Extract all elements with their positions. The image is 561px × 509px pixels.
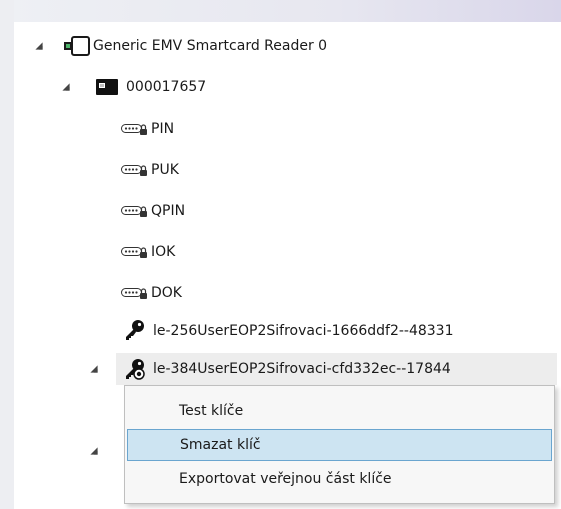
object-label: DOK — [151, 285, 182, 301]
tree-node-key[interactable]: le-256UserEOP2Sifrovaci-1666ddf2--48331 — [14, 315, 561, 347]
tree-node-dok[interactable]: DOK — [14, 277, 561, 309]
tree-node-qpin[interactable]: QPIN — [14, 195, 561, 227]
smartcard-icon — [96, 79, 118, 95]
collapse-arrow-icon[interactable] — [35, 42, 43, 50]
card-reader-icon — [64, 36, 90, 56]
tree-node-card[interactable]: 000017657 — [14, 71, 561, 103]
menu-item-export-public-key[interactable]: Exportovat veřejnou část klíče — [127, 463, 552, 495]
key-label: le-384UserEOP2Sifrovaci-cfd332ec--17844 — [153, 361, 451, 377]
collapse-arrow-icon[interactable] — [62, 83, 70, 91]
card-label: 000017657 — [126, 79, 207, 95]
collapse-arrow-icon[interactable] — [90, 365, 98, 373]
tree-node-key-selected[interactable]: le-384UserEOP2Sifrovaci-cfd332ec--17844 — [116, 353, 557, 385]
pin-pad-icon — [121, 247, 147, 258]
window-left-strip — [0, 0, 14, 509]
window-top-strip — [0, 0, 561, 22]
menu-item-delete-key[interactable]: Smazat klíč — [127, 429, 552, 461]
tree-node-reader[interactable]: Generic EMV Smartcard Reader 0 — [14, 30, 561, 62]
object-label: PIN — [151, 121, 175, 137]
pin-pad-icon — [121, 124, 147, 135]
key-icon — [126, 320, 144, 340]
pin-pad-icon — [121, 206, 147, 217]
object-label: QPIN — [151, 203, 186, 219]
reader-label: Generic EMV Smartcard Reader 0 — [93, 38, 328, 54]
pin-pad-icon — [121, 288, 147, 299]
key-label: le-256UserEOP2Sifrovaci-1666ddf2--48331 — [153, 323, 454, 339]
collapse-arrow-icon[interactable] — [90, 447, 98, 455]
tree-node-pin[interactable]: PIN — [14, 113, 561, 145]
object-label: IOK — [151, 244, 176, 260]
pin-pad-icon — [121, 165, 147, 176]
menu-item-test-key[interactable]: Test klíče — [127, 395, 552, 427]
key-with-certificate-icon — [126, 359, 145, 380]
tree-node-iok[interactable]: IOK — [14, 236, 561, 268]
object-label: PUK — [151, 162, 179, 178]
context-menu: Test klíče Smazat klíč Exportovat veřejn… — [124, 385, 555, 504]
tree-node-puk[interactable]: PUK — [14, 154, 561, 186]
